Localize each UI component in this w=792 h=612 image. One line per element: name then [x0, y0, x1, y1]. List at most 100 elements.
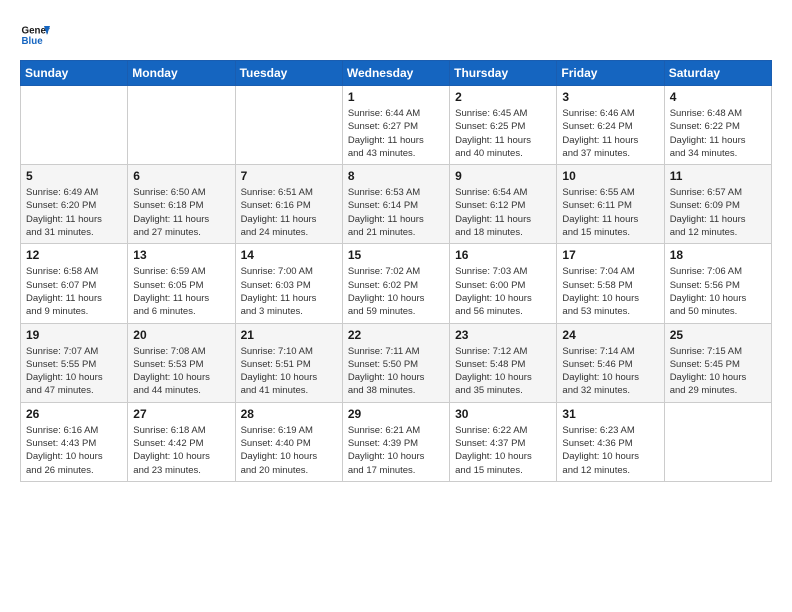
day-number: 20	[133, 328, 229, 342]
day-info: Sunrise: 7:06 AM Sunset: 5:56 PM Dayligh…	[670, 265, 766, 318]
empty-day-cell	[128, 86, 235, 165]
day-info: Sunrise: 6:48 AM Sunset: 6:22 PM Dayligh…	[670, 107, 766, 160]
page-header: General Blue	[20, 20, 772, 50]
calendar-day-cell: 11 Sunrise: 6:57 AM Sunset: 6:09 PM Dayli…	[664, 165, 771, 244]
calendar-table: SundayMondayTuesdayWednesdayThursdayFrid…	[20, 60, 772, 482]
calendar-day-cell: 5 Sunrise: 6:49 AM Sunset: 6:20 PM Daylig…	[21, 165, 128, 244]
day-info: Sunrise: 6:19 AM Sunset: 4:40 PM Dayligh…	[241, 424, 337, 477]
calendar-day-cell: 4Sunrise: 6:48 AM Sunset: 6:22 PM Daylig…	[664, 86, 771, 165]
day-info: Sunrise: 6:57 AM Sunset: 6:09 PM Dayligh…	[670, 186, 766, 239]
day-info: Sunrise: 7:15 AM Sunset: 5:45 PM Dayligh…	[670, 345, 766, 398]
day-number: 9	[455, 169, 551, 183]
day-number: 10	[562, 169, 658, 183]
day-number: 22	[348, 328, 444, 342]
day-number: 8	[348, 169, 444, 183]
day-number: 5	[26, 169, 122, 183]
day-number: 1	[348, 90, 444, 104]
day-info: Sunrise: 6:59 AM Sunset: 6:05 PM Dayligh…	[133, 265, 229, 318]
day-info: Sunrise: 7:10 AM Sunset: 5:51 PM Dayligh…	[241, 345, 337, 398]
day-number: 12	[26, 248, 122, 262]
svg-text:Blue: Blue	[22, 36, 44, 47]
day-info: Sunrise: 6:45 AM Sunset: 6:25 PM Dayligh…	[455, 107, 551, 160]
day-number: 7	[241, 169, 337, 183]
day-number: 13	[133, 248, 229, 262]
day-number: 27	[133, 407, 229, 421]
calendar-week-row: 19Sunrise: 7:07 AM Sunset: 5:55 PM Dayli…	[21, 323, 772, 402]
day-number: 16	[455, 248, 551, 262]
day-info: Sunrise: 7:08 AM Sunset: 5:53 PM Dayligh…	[133, 345, 229, 398]
day-info: Sunrise: 7:03 AM Sunset: 6:00 PM Dayligh…	[455, 265, 551, 318]
day-number: 21	[241, 328, 337, 342]
day-info: Sunrise: 7:00 AM Sunset: 6:03 PM Dayligh…	[241, 265, 337, 318]
weekday-header-saturday: Saturday	[664, 61, 771, 86]
calendar-day-cell: 14 Sunrise: 7:00 AM Sunset: 6:03 PM Dayli…	[235, 244, 342, 323]
calendar-week-row: 26 Sunrise: 6:16 AM Sunset: 4:43 PM Dayli…	[21, 402, 772, 481]
day-info: Sunrise: 6:50 AM Sunset: 6:18 PM Dayligh…	[133, 186, 229, 239]
day-info: Sunrise: 6:51 AM Sunset: 6:16 PM Dayligh…	[241, 186, 337, 239]
calendar-day-cell: 29 Sunrise: 6:21 AM Sunset: 4:39 PM Dayli…	[342, 402, 449, 481]
calendar-day-cell: 21 Sunrise: 7:10 AM Sunset: 5:51 PM Dayli…	[235, 323, 342, 402]
day-info: Sunrise: 6:18 AM Sunset: 4:42 PM Dayligh…	[133, 424, 229, 477]
weekday-header-wednesday: Wednesday	[342, 61, 449, 86]
day-info: Sunrise: 6:58 AM Sunset: 6:07 PM Dayligh…	[26, 265, 122, 318]
empty-day-cell	[235, 86, 342, 165]
day-number: 29	[348, 407, 444, 421]
calendar-day-cell: 31Sunrise: 6:23 AM Sunset: 4:36 PM Dayli…	[557, 402, 664, 481]
weekday-header-tuesday: Tuesday	[235, 61, 342, 86]
calendar-week-row: 12 Sunrise: 6:58 AM Sunset: 6:07 PM Dayli…	[21, 244, 772, 323]
calendar-day-cell: 2Sunrise: 6:45 AM Sunset: 6:25 PM Daylig…	[450, 86, 557, 165]
calendar-day-cell: 13 Sunrise: 6:59 AM Sunset: 6:05 PM Dayli…	[128, 244, 235, 323]
calendar-day-cell: 30 Sunrise: 6:22 AM Sunset: 4:37 PM Dayli…	[450, 402, 557, 481]
day-number: 26	[26, 407, 122, 421]
day-number: 11	[670, 169, 766, 183]
day-number: 31	[562, 407, 658, 421]
weekday-header-monday: Monday	[128, 61, 235, 86]
day-info: Sunrise: 7:11 AM Sunset: 5:50 PM Dayligh…	[348, 345, 444, 398]
day-info: Sunrise: 6:44 AM Sunset: 6:27 PM Dayligh…	[348, 107, 444, 160]
weekday-header-row: SundayMondayTuesdayWednesdayThursdayFrid…	[21, 61, 772, 86]
calendar-day-cell: 9 Sunrise: 6:54 AM Sunset: 6:12 PM Daylig…	[450, 165, 557, 244]
day-info: Sunrise: 6:53 AM Sunset: 6:14 PM Dayligh…	[348, 186, 444, 239]
day-number: 17	[562, 248, 658, 262]
day-info: Sunrise: 6:16 AM Sunset: 4:43 PM Dayligh…	[26, 424, 122, 477]
day-info: Sunrise: 6:46 AM Sunset: 6:24 PM Dayligh…	[562, 107, 658, 160]
day-number: 23	[455, 328, 551, 342]
day-info: Sunrise: 7:02 AM Sunset: 6:02 PM Dayligh…	[348, 265, 444, 318]
calendar-day-cell: 17 Sunrise: 7:04 AM Sunset: 5:58 PM Dayli…	[557, 244, 664, 323]
calendar-day-cell: 8 Sunrise: 6:53 AM Sunset: 6:14 PM Daylig…	[342, 165, 449, 244]
calendar-day-cell: 28 Sunrise: 6:19 AM Sunset: 4:40 PM Dayli…	[235, 402, 342, 481]
day-info: Sunrise: 7:12 AM Sunset: 5:48 PM Dayligh…	[455, 345, 551, 398]
calendar-day-cell: 25Sunrise: 7:15 AM Sunset: 5:45 PM Dayli…	[664, 323, 771, 402]
empty-day-cell	[21, 86, 128, 165]
day-number: 6	[133, 169, 229, 183]
day-info: Sunrise: 6:54 AM Sunset: 6:12 PM Dayligh…	[455, 186, 551, 239]
weekday-header-friday: Friday	[557, 61, 664, 86]
calendar-day-cell: 20 Sunrise: 7:08 AM Sunset: 5:53 PM Dayli…	[128, 323, 235, 402]
logo-icon: General Blue	[20, 20, 50, 50]
day-number: 28	[241, 407, 337, 421]
day-number: 3	[562, 90, 658, 104]
day-info: Sunrise: 7:04 AM Sunset: 5:58 PM Dayligh…	[562, 265, 658, 318]
calendar-day-cell: 19Sunrise: 7:07 AM Sunset: 5:55 PM Dayli…	[21, 323, 128, 402]
calendar-day-cell: 6 Sunrise: 6:50 AM Sunset: 6:18 PM Daylig…	[128, 165, 235, 244]
empty-day-cell	[664, 402, 771, 481]
day-number: 24	[562, 328, 658, 342]
day-info: Sunrise: 6:21 AM Sunset: 4:39 PM Dayligh…	[348, 424, 444, 477]
day-number: 18	[670, 248, 766, 262]
calendar-day-cell: 22 Sunrise: 7:11 AM Sunset: 5:50 PM Dayli…	[342, 323, 449, 402]
calendar-day-cell: 1 Sunrise: 6:44 AM Sunset: 6:27 PM Daylig…	[342, 86, 449, 165]
day-number: 14	[241, 248, 337, 262]
day-number: 30	[455, 407, 551, 421]
day-info: Sunrise: 6:55 AM Sunset: 6:11 PM Dayligh…	[562, 186, 658, 239]
calendar-day-cell: 26 Sunrise: 6:16 AM Sunset: 4:43 PM Dayli…	[21, 402, 128, 481]
day-info: Sunrise: 6:22 AM Sunset: 4:37 PM Dayligh…	[455, 424, 551, 477]
day-info: Sunrise: 7:14 AM Sunset: 5:46 PM Dayligh…	[562, 345, 658, 398]
calendar-day-cell: 7 Sunrise: 6:51 AM Sunset: 6:16 PM Daylig…	[235, 165, 342, 244]
day-info: Sunrise: 6:49 AM Sunset: 6:20 PM Dayligh…	[26, 186, 122, 239]
day-number: 19	[26, 328, 122, 342]
calendar-day-cell: 18 Sunrise: 7:06 AM Sunset: 5:56 PM Dayli…	[664, 244, 771, 323]
calendar-week-row: 5 Sunrise: 6:49 AM Sunset: 6:20 PM Daylig…	[21, 165, 772, 244]
logo: General Blue	[20, 20, 50, 50]
calendar-day-cell: 15Sunrise: 7:02 AM Sunset: 6:02 PM Dayli…	[342, 244, 449, 323]
calendar-day-cell: 27 Sunrise: 6:18 AM Sunset: 4:42 PM Dayli…	[128, 402, 235, 481]
